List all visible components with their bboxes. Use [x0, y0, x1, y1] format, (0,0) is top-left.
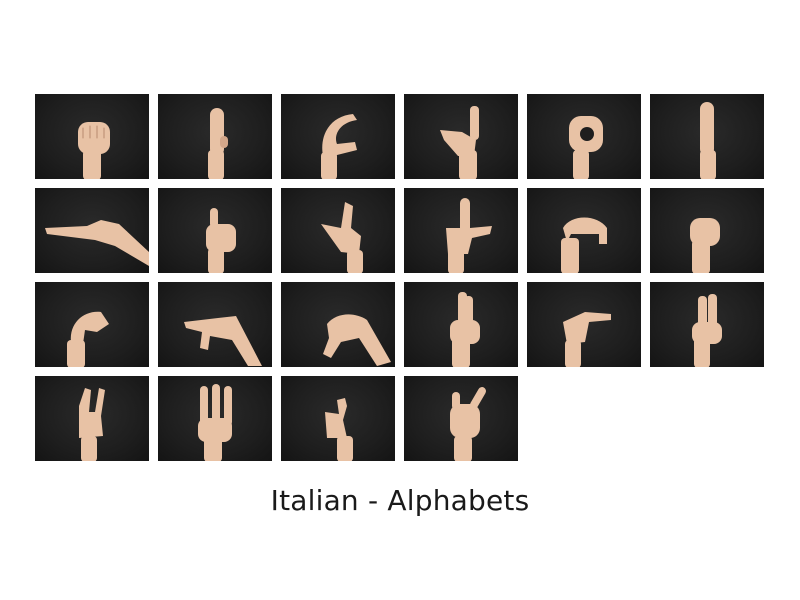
sign-tile-14: [158, 282, 272, 367]
pointing-left-hand-icon: [35, 188, 149, 273]
sign-tile-12: [650, 188, 764, 273]
hook-index-hand-icon: [281, 376, 395, 461]
sign-tile-13: [35, 282, 149, 367]
sign-tile-1: [35, 94, 149, 179]
flat-hand-side-icon: [158, 94, 272, 179]
curled-fingers-hand-icon: [35, 282, 149, 367]
c-curve-hand-icon: [281, 94, 395, 179]
sign-tile-15: [281, 282, 395, 367]
caption-title: Italian - Alphabets: [270, 484, 530, 517]
fingers-down-fist-hand-icon: [650, 188, 764, 273]
three-fingers-hand-icon: [158, 376, 272, 461]
index-up-l-hand-icon: [404, 188, 518, 273]
pointing-left-down-hand-icon: [158, 282, 272, 367]
o-shape-hand-icon: [527, 94, 641, 179]
alphabet-chart: Italian - Alphabets: [0, 0, 800, 600]
sign-tile-17: [527, 282, 641, 367]
sign-tile-2: [158, 94, 272, 179]
fingers-down-hand-icon: [527, 188, 641, 273]
sign-tile-9: [281, 188, 395, 273]
two-fingers-up-hand-icon: [650, 282, 764, 367]
thumb-up-fist-hand-icon: [158, 188, 272, 273]
sign-tile-7: [35, 188, 149, 273]
v-sign-hand-icon: [35, 376, 149, 461]
crossed-fingers-hand-icon: [404, 282, 518, 367]
fist-hand-icon: [35, 94, 149, 179]
sign-tile-21: [281, 376, 395, 461]
sign-tile-16: [404, 282, 518, 367]
sign-tile-6: [650, 94, 764, 179]
pointing-right-hand-icon: [527, 282, 641, 367]
sign-tile-3: [281, 94, 395, 179]
horns-hand-icon: [404, 376, 518, 461]
sign-tile-11: [527, 188, 641, 273]
flat-hand-edge-icon: [650, 94, 764, 179]
sign-tile-18: [650, 282, 764, 367]
thumb-index-l-hand-icon: [404, 94, 518, 179]
sign-tile-8: [158, 188, 272, 273]
sign-tile-5: [527, 94, 641, 179]
sign-tile-20: [158, 376, 272, 461]
sign-tile-19: [35, 376, 149, 461]
sign-tile-22: [404, 376, 518, 461]
sign-tile-10: [404, 188, 518, 273]
sign-tile-4: [404, 94, 518, 179]
two-fingers-down-hand-icon: [281, 282, 395, 367]
index-thumb-point-hand-icon: [281, 188, 395, 273]
